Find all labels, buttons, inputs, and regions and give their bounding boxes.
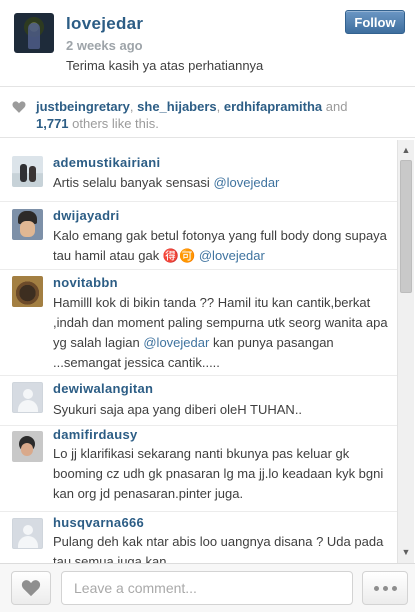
avatar[interactable] [12,276,43,307]
comment-username[interactable]: novitabbn [53,275,118,290]
likes-and: and [325,99,348,114]
avatar[interactable] [12,518,43,549]
comment-bar [0,563,415,612]
scroll-up-arrow-icon[interactable]: ▲ [398,142,414,158]
comment-text: Lo jj klarifikasi sekarang nanti bkunya … [53,446,384,501]
comments-list[interactable]: ademustikairiani Artis selalu banyak sen… [0,140,397,564]
comment-item: novitabbn Hamilll kok di bikin tanda ?? … [0,270,397,376]
comment-item: husqvarna666 Pulang deh kak ntar abis lo… [0,512,397,564]
heart-icon [21,580,41,597]
liker-link[interactable]: justbeingretary [36,99,130,114]
comment-username[interactable]: husqvarna666 [53,515,144,530]
comment-username[interactable]: damifirdausy [53,427,138,442]
comment-text: Kalo emang gak betul fotonya yang full b… [53,228,387,263]
post-header: lovejedar 2 weeks ago Terima kasih ya at… [0,0,415,87]
heart-icon [12,101,26,113]
likes-text: justbeingretary, she_hijabers, erdhifapr… [36,99,348,131]
scrollbar-thumb[interactable] [400,160,412,293]
scroll-down-arrow-icon[interactable]: ▼ [398,544,414,560]
post-caption: Terima kasih ya atas perhatiannya [66,58,264,73]
comments-scrollbar[interactable]: ▲ ▼ [397,140,414,564]
comment-text: Syukuri saja apa yang diberi oleH TUHAN.… [53,402,303,417]
mention-link[interactable]: @lovejedar [199,248,265,263]
likes-others-suffix: others like this. [72,116,159,131]
comment-username[interactable]: dwijayadri [53,208,120,223]
mention-link[interactable]: @lovejedar [143,335,209,350]
avatar[interactable] [12,156,43,187]
more-options-button[interactable] [362,571,408,605]
comment-input[interactable] [61,571,353,605]
like-button[interactable] [11,571,51,605]
avatar[interactable] [14,13,54,53]
comment-item: dwijayadri Kalo emang gak betul fotonya … [0,202,397,270]
liker-link[interactable]: she_hijabers [137,99,217,114]
avatar[interactable] [12,209,43,240]
dot-icon [373,585,379,591]
comment-username[interactable]: dewiwalangitan [53,381,153,396]
likes-others-count[interactable]: 1,771 [36,116,69,131]
comment-item: ademustikairiani Artis selalu banyak sen… [0,140,397,202]
comment-text: Artis selalu banyak sensasi @lovejedar [53,175,280,190]
avatar[interactable] [12,431,43,462]
dot-icon [382,585,388,591]
post-timestamp: 2 weeks ago [66,38,143,53]
comment-username[interactable]: ademustikairiani [53,155,160,170]
mention-link[interactable]: @lovejedar [213,175,279,190]
likes-bar: justbeingretary, she_hijabers, erdhifapr… [0,90,415,138]
comment-text: Hamilll kok di bikin tanda ?? Hamil itu … [53,295,388,370]
follow-button[interactable]: Follow [345,10,405,34]
liker-link[interactable]: erdhifapramitha [224,99,322,114]
avatar[interactable] [12,382,43,413]
post-username[interactable]: lovejedar [66,14,143,34]
dot-icon [391,585,397,591]
comment-item: damifirdausy Lo jj klarifikasi sekarang … [0,426,397,512]
comment-text: Pulang deh kak ntar abis loo uangnya dis… [53,534,384,564]
comment-item: dewiwalangitan Syukuri saja apa yang dib… [0,376,397,426]
